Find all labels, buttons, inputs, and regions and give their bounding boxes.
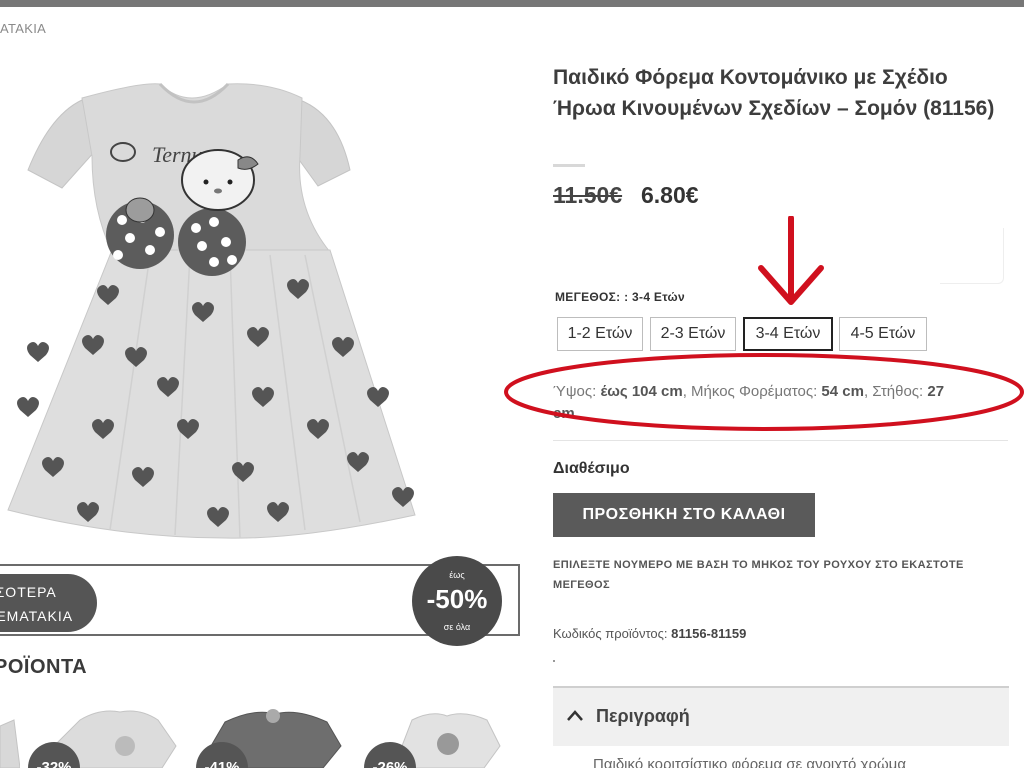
promo-pill[interactable]: ΣΣΟΤΕΡΑ ΡΕΜΑΤΑΚΙΑ xyxy=(0,574,97,632)
sku-value: 81156-81159 xyxy=(671,626,747,641)
description-accordion[interactable]: Περιγραφή xyxy=(553,686,1009,746)
description-text: Παιδικό κοριτσίστικο φόρεμα σε ανοιχτό χ… xyxy=(593,756,906,768)
promo-banner[interactable]: ΣΣΟΤΕΡΑ ΡΕΜΑΤΑΚΙΑ έως -50% σε όλα xyxy=(0,556,520,646)
product-title: Παιδικό Φόρεμα Κοντομάνικο με Σχέδιο Ήρω… xyxy=(553,66,995,120)
availability-status: Διαθέσιμο xyxy=(553,460,630,477)
promo-pill-line2: ΡΕΜΑΤΑΚΙΑ xyxy=(0,608,74,624)
sku: Κωδικός προϊόντος: 81156-81159 xyxy=(553,626,746,641)
dot xyxy=(553,660,555,662)
promo-pill-line1: ΣΣΟΤΕΡΑ xyxy=(0,584,57,600)
description-title: Περιγραφή xyxy=(596,706,690,726)
title-separator xyxy=(553,164,585,167)
annotation-arrow-icon xyxy=(758,216,824,305)
size-option-3-4[interactable]: 3-4 Ετών xyxy=(743,317,833,351)
annotation-ellipse xyxy=(504,353,1024,431)
size-option-1-2[interactable]: 1-2 Ετών xyxy=(557,317,643,351)
quantity-box[interactable] xyxy=(940,228,1004,284)
related-products-title: ΡΟΪΟΝΤΑ xyxy=(0,656,88,678)
breadcrumb[interactable]: ΑΤΑΚΙΑ xyxy=(0,21,46,36)
top-bar xyxy=(0,0,1024,7)
promo-percent: -50% xyxy=(426,584,488,614)
promo-on-all: σε όλα xyxy=(443,622,471,632)
promo-discount-badge: έως -50% σε όλα xyxy=(412,556,502,646)
product-image[interactable]: Ternura xyxy=(0,60,470,550)
size-note: ΕΠΙΛΕΞΤΕ ΝΟΥΜΕΡΟ ΜΕ ΒΑΣΗ ΤΟ ΜΗΚΟΣ ΤΟΥ ΡΟ… xyxy=(553,559,964,591)
old-price: 11.50€ xyxy=(553,182,623,208)
sale-price: 6.80€ xyxy=(641,182,699,208)
divider xyxy=(553,440,1008,441)
sku-label: Κωδικός προϊόντος: xyxy=(553,626,672,641)
related-product-thumb[interactable] xyxy=(0,706,21,768)
promo-upto: έως xyxy=(449,570,465,580)
size-option-2-3[interactable]: 2-3 Ετών xyxy=(650,317,736,351)
size-option-4-5[interactable]: 4-5 Ετών xyxy=(839,317,927,351)
chevron-up-icon xyxy=(567,710,583,721)
add-to-cart-button[interactable]: ΠΡΟΣΘΗΚΗ ΣΤΟ ΚΑΛΑΘΙ xyxy=(553,493,815,537)
size-label: ΜΕΓΕΘΟΣ: : 3-4 Ετών xyxy=(555,290,685,304)
